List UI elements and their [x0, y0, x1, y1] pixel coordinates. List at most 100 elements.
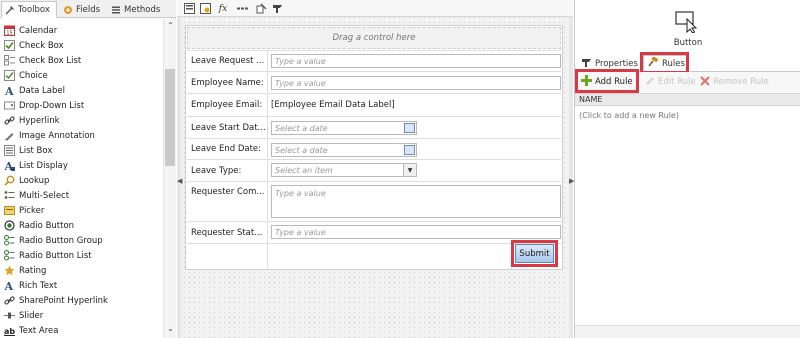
radio-button-list-icon: [4, 250, 15, 261]
chevron-up-icon[interactable]: ⌃: [164, 21, 177, 31]
toolbox-item-rich-text[interactable]: A Rich Text: [4, 278, 57, 293]
form-row-requester-comments: Requester Com... Type a value: [187, 181, 561, 221]
field-label: Leave End Date:: [191, 144, 262, 154]
leave-request-input[interactable]: Type a value: [271, 54, 561, 68]
date-placeholder: Select a date: [275, 123, 328, 133]
toolbox-item-label: Text Area: [19, 325, 59, 336]
toolbox-item-label: Choice: [19, 70, 48, 81]
right-panel-splitter[interactable]: ▶: [569, 17, 574, 338]
toolbox-item-image-annotation[interactable]: Image Annotation: [4, 128, 95, 143]
toolbox-tabs: Toolbox Fields Methods: [0, 0, 176, 18]
toolbox-item-radio-button-group[interactable]: Radio Button Group: [4, 233, 103, 248]
tab-properties-label: Properties: [595, 58, 638, 69]
toolbox-item-label: Lookup: [19, 175, 50, 186]
svg-text:ab: ab: [4, 327, 15, 336]
variables-icon[interactable]: [255, 3, 267, 14]
more-icon[interactable]: [236, 3, 248, 14]
toolbox-item-rating[interactable]: Rating: [4, 263, 46, 278]
tab-fields[interactable]: Fields: [60, 1, 104, 18]
remove-rule-label: Remove Rule: [713, 77, 769, 87]
svg-text:A: A: [4, 280, 14, 291]
form-row-requester-status: Requester Stat... Type a value: [187, 221, 561, 243]
toolbox-scrollbar[interactable]: ⌃ ⌄: [163, 19, 176, 338]
toolbox-item-hyperlink[interactable]: Hyperlink: [4, 113, 60, 128]
toolbox-item-sharepoint-hyperlink[interactable]: SharePoint Hyperlink: [4, 293, 108, 308]
toolbox-item-radio-button-list[interactable]: Radio Button List: [4, 248, 92, 263]
requester-status-input[interactable]: Type a value: [271, 225, 561, 239]
leave-start-date-picker[interactable]: Select a date: [271, 121, 417, 135]
employee-name-input[interactable]: Type a value: [271, 76, 561, 90]
form-settings-icon[interactable]: [199, 3, 211, 14]
radio-button-group-icon: [4, 235, 15, 246]
collapse-left-icon[interactable]: ◀: [177, 177, 182, 185]
choice-icon: [4, 70, 15, 81]
pencil-icon: [645, 76, 655, 89]
tab-toolbox[interactable]: Toolbox: [1, 1, 57, 18]
edit-rule-button[interactable]: Edit Rule: [642, 74, 699, 90]
toolbox-item-lookup[interactable]: Lookup: [4, 173, 49, 188]
toolbox-item-label: Hyperlink: [19, 115, 60, 126]
toolbox-item-drop-down-list[interactable]: Drop-Down List: [4, 98, 84, 113]
svg-text:A: A: [4, 85, 14, 96]
drag-control-drop-zone[interactable]: Drag a control here: [187, 27, 561, 49]
toolbox-item-list-display[interactable]: A List Display: [4, 158, 68, 173]
toolbox-item-label: Data Label: [19, 85, 65, 96]
form-row-submit: [187, 243, 561, 269]
toolbox-item-check-box-list[interactable]: Check Box List: [4, 53, 81, 68]
requester-comments-textarea[interactable]: Type a value: [271, 185, 561, 218]
calendar-icon[interactable]: [404, 123, 415, 133]
toolbox-item-label: Radio Button List: [19, 250, 92, 261]
leave-type-select[interactable]: Select an item ▼: [271, 163, 417, 177]
toolbox-item-multi-select[interactable]: Multi-Select: [4, 188, 69, 203]
close-icon: [700, 75, 710, 89]
field-label: Employee Name:: [191, 77, 264, 88]
image-annotation-icon: [4, 130, 15, 141]
form-row-leave-type: Leave Type: Select an item ▼: [187, 159, 561, 181]
list-display-icon: A: [4, 160, 15, 171]
remove-rule-button[interactable]: Remove Rule: [697, 74, 772, 90]
toolbox-item-list-box[interactable]: List Box: [4, 143, 52, 158]
drop-down-list-icon: [4, 100, 15, 111]
toolbox-item-check-box[interactable]: Check Box: [4, 38, 64, 53]
fields-icon: [63, 5, 73, 15]
rating-icon: [4, 265, 15, 276]
hyperlink-icon: [4, 115, 15, 126]
toolbox-item-label: Slider: [19, 310, 44, 321]
views-icon[interactable]: [271, 3, 283, 14]
toolbox-item-label: Check Box List: [19, 55, 82, 66]
add-new-rule-prompt[interactable]: (Click to add a new Rule): [579, 111, 679, 120]
form-layout-icon[interactable]: [183, 3, 195, 14]
design-canvas: fx ◀ ▶ Drag a control here Leave Request…: [177, 0, 574, 338]
toolbox-item-picker[interactable]: Picker: [4, 203, 44, 218]
left-panel-splitter[interactable]: ◀: [177, 17, 182, 338]
calendar-icon[interactable]: [404, 145, 415, 155]
toolbox-item-calendar[interactable]: 15 Calendar: [4, 23, 57, 38]
scrollbar-thumb[interactable]: [165, 69, 175, 166]
toolbox-item-text-area[interactable]: ab Text Area: [4, 323, 58, 338]
toolbox-item-slider[interactable]: Slider: [4, 308, 43, 323]
tab-fields-label: Fields: [76, 4, 101, 15]
toolbox-item-data-label[interactable]: A Data Label: [4, 83, 65, 98]
toolbox-item-label: Rating: [19, 265, 47, 276]
toolbox-item-radio-button[interactable]: Radio Button: [4, 218, 74, 233]
toolbox-item-label: List Box: [19, 145, 53, 156]
form-row-leave-end-date: Leave End Date: Select a date: [187, 138, 561, 159]
date-placeholder: Select a date: [275, 145, 328, 155]
field-label: Employee Email:: [191, 100, 263, 110]
selected-control-name: Button: [673, 38, 703, 48]
tab-methods-label: Methods: [124, 4, 161, 15]
tab-methods[interactable]: Methods: [108, 1, 164, 18]
toolbox-item-label: Check Box: [19, 40, 64, 51]
rich-text-icon: A: [4, 280, 15, 291]
chevron-down-icon[interactable]: ⌄: [164, 324, 177, 334]
edit-rule-label: Edit Rule: [658, 77, 696, 87]
check-box-list-icon: [4, 55, 15, 66]
leave-end-date-picker[interactable]: Select a date: [271, 143, 417, 157]
formula-icon[interactable]: fx: [217, 3, 229, 14]
chevron-down-icon[interactable]: ▼: [403, 164, 416, 176]
form-row-leave-request: Leave Request ... Type a value: [187, 50, 561, 71]
employee-email-data-label: [Employee Email Data Label]: [271, 100, 395, 110]
form-row-leave-start-date: Leave Start Dat... Select a date: [187, 116, 561, 138]
submit-button[interactable]: Submit: [515, 244, 554, 263]
toolbox-item-choice[interactable]: Choice: [4, 68, 48, 83]
